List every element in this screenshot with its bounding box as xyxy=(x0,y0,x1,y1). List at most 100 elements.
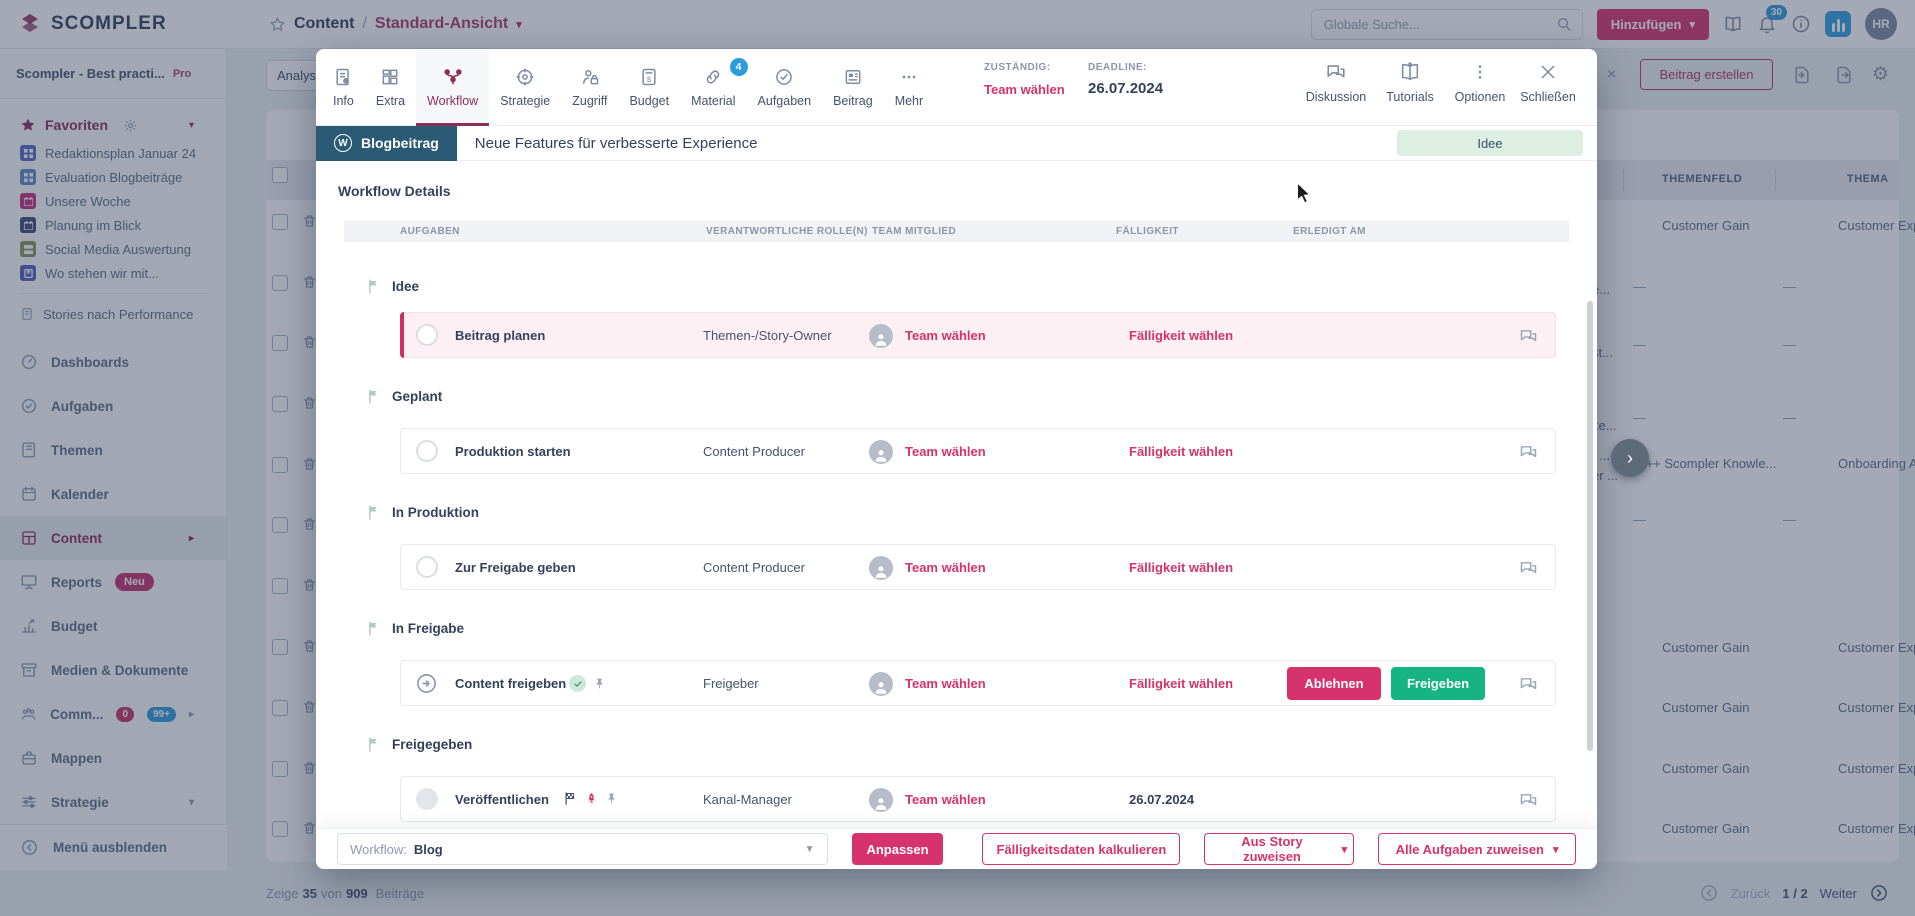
scrollbar-thumb[interactable] xyxy=(1587,301,1593,751)
choose-due-link[interactable]: Fälligkeit wählen xyxy=(1129,313,1233,359)
avatar[interactable] xyxy=(869,440,893,464)
choose-due-link[interactable]: Fälligkeit wählen xyxy=(1129,661,1233,707)
apply-button[interactable]: Anpassen xyxy=(852,833,944,865)
options-button[interactable]: Optionen xyxy=(1444,61,1516,104)
assign-all-tasks-button[interactable]: Alle Aufgaben zuweisen ▾ xyxy=(1378,833,1576,865)
task-row-veroeffentlichen[interactable]: Veröffentlichen Kanal-Manager Team wähle… xyxy=(400,776,1556,822)
tutorials-button[interactable]: Tutorials xyxy=(1374,61,1446,104)
flag-icon xyxy=(366,278,383,295)
workflow-details-title: Workflow Details xyxy=(338,161,1575,199)
wordpress-icon: W xyxy=(334,134,352,152)
task-row-beitrag-planen[interactable]: Beitrag planen Themen-/Story-Owner Team … xyxy=(400,312,1556,358)
task-comment-icon[interactable] xyxy=(1518,674,1539,695)
assignee-label: ZUSTÄNDIG: xyxy=(984,62,1065,73)
tab-extra[interactable]: Extra xyxy=(365,49,416,126)
assignee-choose-team-link[interactable]: Team wählen xyxy=(984,82,1065,97)
flag-icon xyxy=(366,620,383,637)
task-checkbox[interactable] xyxy=(416,788,438,810)
col-erledigt: ERLEDIGT AM xyxy=(1293,226,1366,237)
workflow-icon xyxy=(443,67,463,87)
svg-text:$: $ xyxy=(647,75,652,84)
tab-strategie[interactable]: Strategie xyxy=(489,49,561,126)
avatar[interactable] xyxy=(869,556,893,580)
pin-icon xyxy=(593,676,606,691)
caret-down-icon: ▾ xyxy=(1342,843,1348,856)
tab-label: Extra xyxy=(376,94,405,108)
next-item-button[interactable]: › xyxy=(1611,439,1649,477)
tab-zugriff[interactable]: Zugriff xyxy=(561,49,618,126)
task-row-content-freigeben[interactable]: Content freigeben Freigeber Team wählen … xyxy=(400,660,1556,706)
col-faelligkeit: FÄLLIGKEIT xyxy=(1116,226,1179,237)
close-button[interactable]: Schließen xyxy=(1512,61,1584,104)
modal-title-row: W Blogbeitrag Neue Features für verbesse… xyxy=(316,126,1597,161)
choose-team-link[interactable]: Team wählen xyxy=(905,313,986,359)
tab-label: Mehr xyxy=(895,94,923,108)
task-row-produktion-starten[interactable]: Produktion starten Content Producer Team… xyxy=(400,428,1556,474)
tab-label: Workflow xyxy=(427,94,478,108)
choose-team-link[interactable]: Team wählen xyxy=(905,661,986,707)
task-done-date: 26.07.2024 xyxy=(1129,777,1194,823)
workflow-body: Workflow Details AUFGABEN VERANTWORTLICH… xyxy=(316,161,1597,828)
col-rolle: VERANTWORTLICHE ROLLE(N) xyxy=(706,226,868,237)
link-icon xyxy=(703,67,723,87)
task-role: Content Producer xyxy=(703,545,805,591)
kebab-menu-icon xyxy=(1469,61,1491,83)
choose-due-link[interactable]: Fälligkeit wählen xyxy=(1129,429,1233,475)
deadline-value[interactable]: 26.07.2024 xyxy=(1088,80,1163,97)
status-badge[interactable]: Idee xyxy=(1397,130,1583,156)
approve-button[interactable]: Freigeben xyxy=(1391,667,1485,700)
rocket-icon xyxy=(585,791,598,806)
choose-team-link[interactable]: Team wählen xyxy=(905,777,986,823)
reject-button[interactable]: Ablehnen xyxy=(1287,667,1381,700)
tab-mehr[interactable]: Mehr xyxy=(884,49,934,126)
task-go-icon[interactable] xyxy=(415,672,438,695)
task-comment-icon[interactable] xyxy=(1518,442,1539,463)
budget-icon: $ xyxy=(639,67,659,87)
task-role: Freigeber xyxy=(703,661,759,707)
avatar[interactable] xyxy=(869,672,893,696)
choose-team-link[interactable]: Team wählen xyxy=(905,429,986,475)
stage-name: Idee xyxy=(392,279,419,294)
task-row-zur-freigabe-geben[interactable]: Zur Freigabe geben Content Producer Team… xyxy=(400,544,1556,590)
tab-beitrag[interactable]: Beitrag xyxy=(822,49,884,126)
content-detail-modal: Info Extra Workflow Strategie Zugriff $ … xyxy=(316,49,1597,869)
task-checkbox[interactable] xyxy=(416,324,438,346)
discussion-button[interactable]: Diskussion xyxy=(1300,61,1372,104)
tab-budget[interactable]: $ Budget xyxy=(618,49,680,126)
calc-due-dates-button[interactable]: Fälligkeitsdaten kalkulieren xyxy=(982,833,1180,865)
tab-label: Zugriff xyxy=(572,94,607,108)
col-aufgaben: AUFGABEN xyxy=(400,226,460,237)
content-type-label: Blogbeitrag xyxy=(361,135,439,151)
avatar[interactable] xyxy=(869,324,893,348)
tab-workflow[interactable]: Workflow xyxy=(416,49,489,126)
caret-down-icon: ▾ xyxy=(1553,843,1559,856)
task-comment-icon[interactable] xyxy=(1518,790,1539,811)
action-label: Tutorials xyxy=(1386,90,1433,104)
workflow-select[interactable]: Workflow: Blog ▼ xyxy=(337,833,828,865)
discussion-chat-icon xyxy=(1325,61,1347,83)
avatar[interactable] xyxy=(869,788,893,812)
task-checkbox[interactable] xyxy=(416,556,438,578)
task-label: Zur Freigabe geben xyxy=(455,545,576,591)
tab-material[interactable]: Material 4 xyxy=(680,49,746,126)
target-icon xyxy=(515,67,535,87)
task-comment-icon[interactable] xyxy=(1518,558,1539,579)
info-doc-icon xyxy=(333,67,353,87)
task-label: Veröffentlichen xyxy=(455,777,549,823)
stage-name: In Produktion xyxy=(392,505,479,520)
assign-from-story-button[interactable]: Aus Story zuweisen ▾ xyxy=(1204,833,1354,865)
deadline-label: DEADLINE: xyxy=(1088,62,1163,73)
task-checkbox[interactable] xyxy=(416,440,438,462)
close-icon xyxy=(1537,61,1559,83)
content-title[interactable]: Neue Features für verbesserte Experience xyxy=(475,135,758,152)
tab-aufgaben[interactable]: Aufgaben xyxy=(747,49,823,126)
task-role: Themen-/Story-Owner xyxy=(703,313,832,359)
stage-freigegeben: Freigegeben Veröffentlichen Kanal-Manage… xyxy=(338,734,1575,822)
action-label: Optionen xyxy=(1455,90,1506,104)
choose-due-link[interactable]: Fälligkeit wählen xyxy=(1129,545,1233,591)
tab-info[interactable]: Info xyxy=(322,49,365,126)
user-lock-icon xyxy=(580,67,600,87)
task-label: Produktion starten xyxy=(455,429,571,475)
task-comment-icon[interactable] xyxy=(1518,326,1539,347)
choose-team-link[interactable]: Team wählen xyxy=(905,545,986,591)
